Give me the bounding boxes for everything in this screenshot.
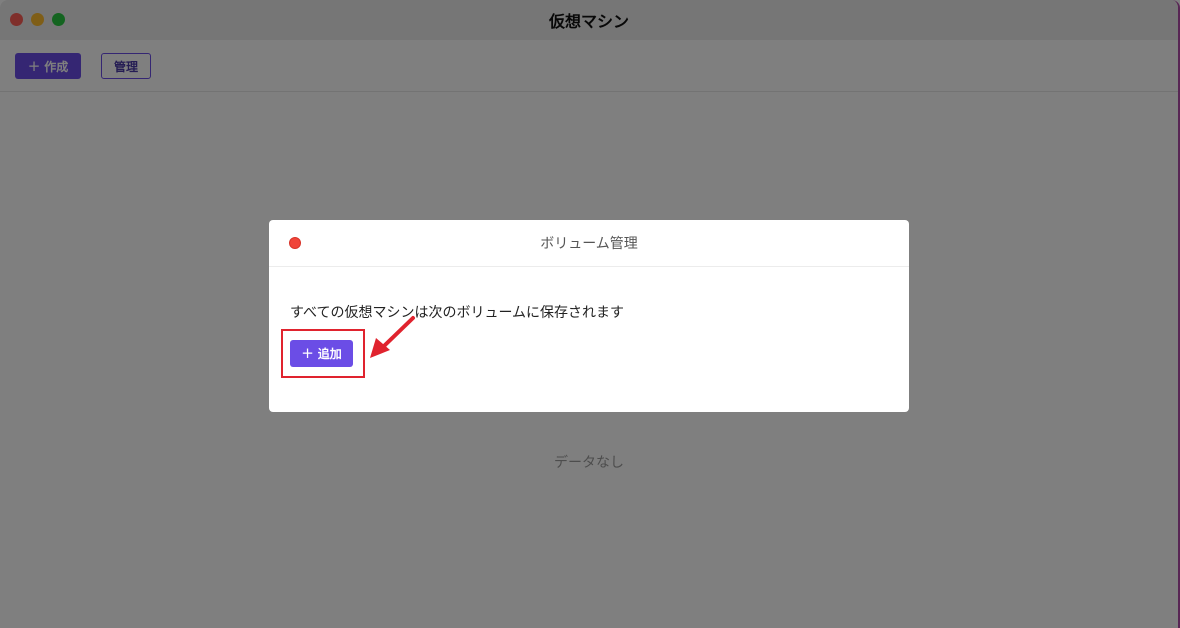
close-dot-icon[interactable]: [289, 237, 301, 249]
add-button-label: 追加: [317, 347, 342, 361]
plus-icon: +: [301, 344, 314, 362]
add-volume-button[interactable]: + 追加: [290, 340, 353, 367]
annotation-arrow-icon: [370, 316, 415, 358]
volume-management-dialog: ボリューム管理 すべての仮想マシンは次のボリュームに保存されます + 追加: [269, 220, 909, 412]
dialog-description: すべての仮想マシンは次のボリュームに保存されます: [290, 305, 625, 321]
dialog-header: ボリューム管理: [269, 220, 909, 267]
dialog-title: ボリューム管理: [540, 236, 638, 252]
